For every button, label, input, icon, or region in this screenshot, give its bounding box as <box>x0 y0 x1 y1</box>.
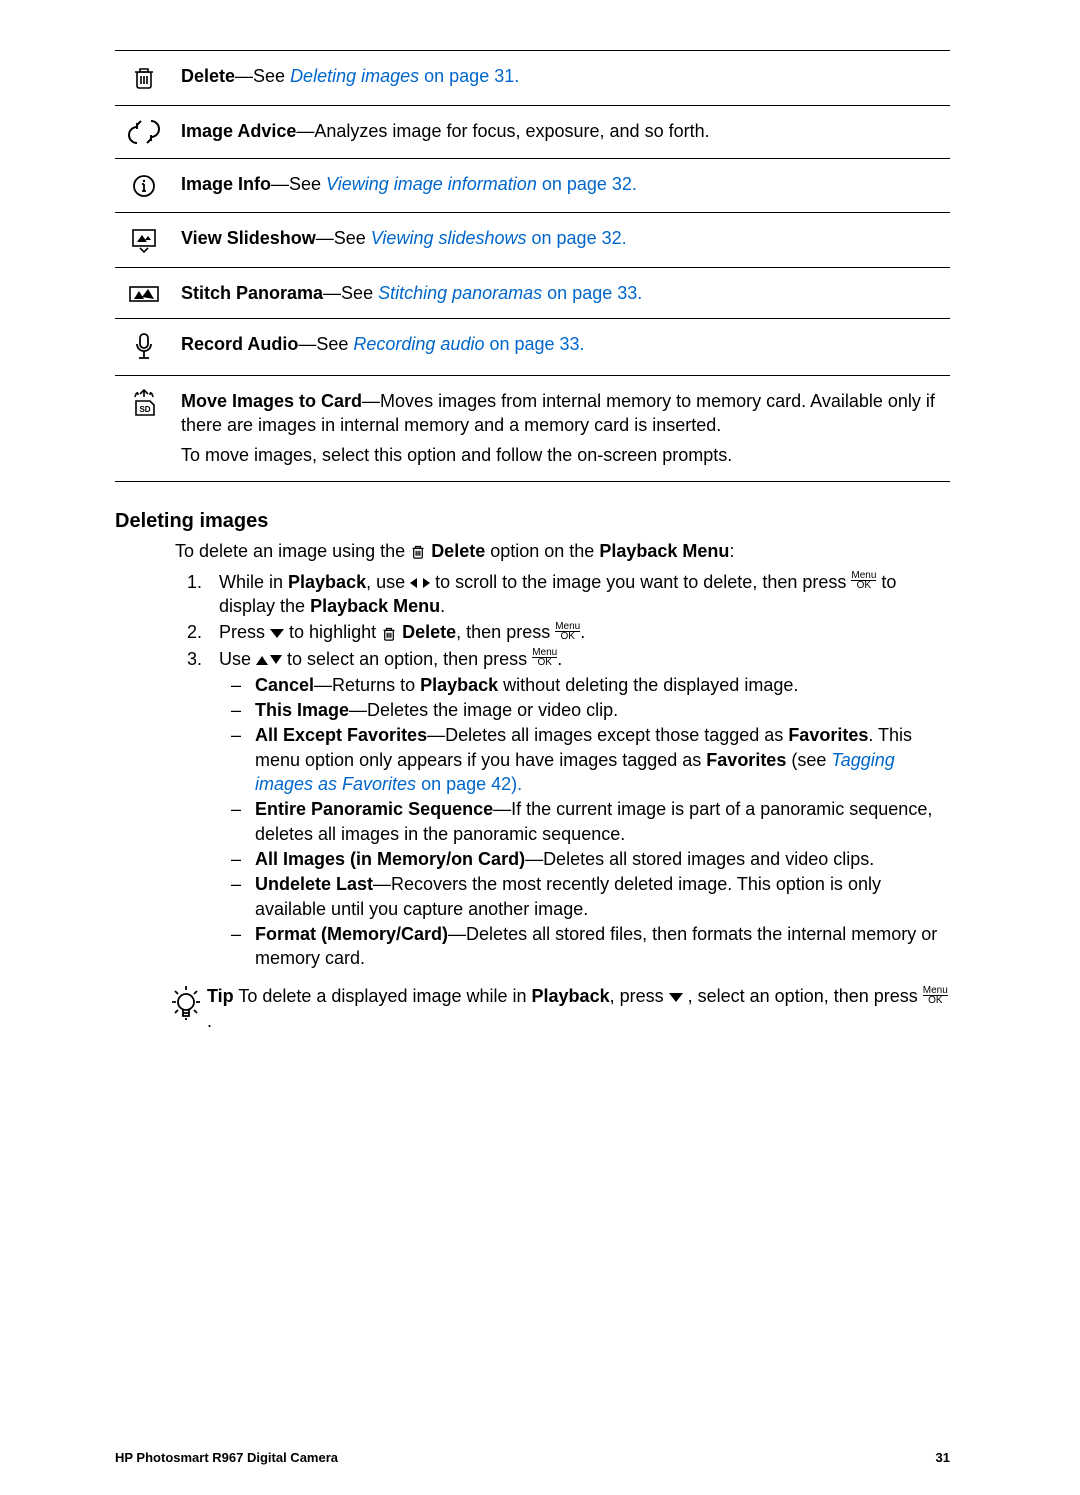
trash-icon <box>410 543 426 561</box>
link-recording-audio-pg[interactable]: on page 33. <box>484 334 584 354</box>
step-1: While in Playback, use to scroll to the … <box>207 570 950 619</box>
opt-all-except-favorites: All Except Favorites—Deletes all images … <box>219 723 950 796</box>
left-right-arrows-icon <box>410 577 430 589</box>
steps-list: While in Playback, use to scroll to the … <box>175 570 950 971</box>
page-footer: HP Photosmart R967 Digital Camera 31 <box>115 1450 950 1465</box>
image-info-row-text: Image Info—See Viewing image information… <box>173 159 950 212</box>
link-stitch-panoramas[interactable]: Stitching panoramas <box>378 283 542 303</box>
intro-text: To delete an image using the Delete opti… <box>175 541 950 562</box>
opt-all-images: All Images (in Memory/on Card)—Deletes a… <box>219 847 950 871</box>
trash-icon <box>381 625 397 643</box>
image-info-icon <box>115 159 173 212</box>
link-tag-favorites-pg[interactable]: on page 42). <box>416 774 522 794</box>
opt-entire-panoramic: Entire Panoramic Sequence—If the current… <box>219 797 950 846</box>
link-slideshows-pg[interactable]: on page 32. <box>527 228 627 248</box>
opt-format: Format (Memory/Card)—Deletes all stored … <box>219 922 950 971</box>
menu-ok-icon: MenuOK <box>532 648 557 668</box>
tip-block: Tip To delete a displayed image while in… <box>169 984 950 1033</box>
menu-ok-icon: MenuOK <box>923 986 948 1006</box>
delete-icon <box>115 51 173 106</box>
record-audio-icon <box>115 318 173 375</box>
link-image-info[interactable]: Viewing image information <box>326 174 537 194</box>
opt-this-image: This Image—Deletes the image or video cl… <box>219 698 950 722</box>
lightbulb-icon <box>169 984 203 1024</box>
stitch-panorama-row-text: Stitch Panorama—See Stitching panoramas … <box>173 267 950 318</box>
playback-menu-table: Delete—See Deleting images on page 31. I… <box>115 50 950 482</box>
menu-ok-icon: MenuOK <box>851 571 876 591</box>
opt-cancel: Cancel—Returns to Playback without delet… <box>219 673 950 697</box>
view-slideshow-row-text: View Slideshow—See Viewing slideshows on… <box>173 212 950 267</box>
move-to-card-row-text: Move Images to Card—Moves images from in… <box>173 375 950 481</box>
move-to-card-icon: SD <box>115 375 173 481</box>
footer-left: HP Photosmart R967 Digital Camera <box>115 1450 338 1465</box>
record-audio-row-text: Record Audio—See Recording audio on page… <box>173 318 950 375</box>
down-arrow-icon <box>669 993 683 1003</box>
view-slideshow-icon <box>115 212 173 267</box>
link-slideshows[interactable]: Viewing slideshows <box>371 228 527 248</box>
delete-row-text: Delete—See Deleting images on page 31. <box>173 51 950 106</box>
up-down-arrows-icon <box>256 654 282 666</box>
heading-deleting-images: Deleting images <box>115 510 950 533</box>
link-stitch-panoramas-pg[interactable]: on page 33. <box>542 283 642 303</box>
link-deleting-images-pg[interactable]: on page 31. <box>419 66 519 86</box>
opt-undelete-last: Undelete Last—Recovers the most recently… <box>219 872 950 921</box>
down-arrow-icon <box>270 629 284 639</box>
step-3: Use to select an option, then press Menu… <box>207 647 950 971</box>
menu-ok-icon: MenuOK <box>555 622 580 642</box>
stitch-panorama-icon <box>115 267 173 318</box>
link-recording-audio[interactable]: Recording audio <box>353 334 484 354</box>
step-2: Press to highlight Delete, then press Me… <box>207 620 950 644</box>
svg-text:SD: SD <box>139 405 150 414</box>
footer-right: 31 <box>936 1450 950 1465</box>
link-deleting-images[interactable]: Deleting images <box>290 66 419 86</box>
link-image-info-pg[interactable]: on page 32. <box>537 174 637 194</box>
image-advice-row-text: Image Advice—Analyzes image for focus, e… <box>173 106 950 159</box>
options-list: Cancel—Returns to Playback without delet… <box>219 673 950 971</box>
image-advice-icon <box>115 106 173 159</box>
